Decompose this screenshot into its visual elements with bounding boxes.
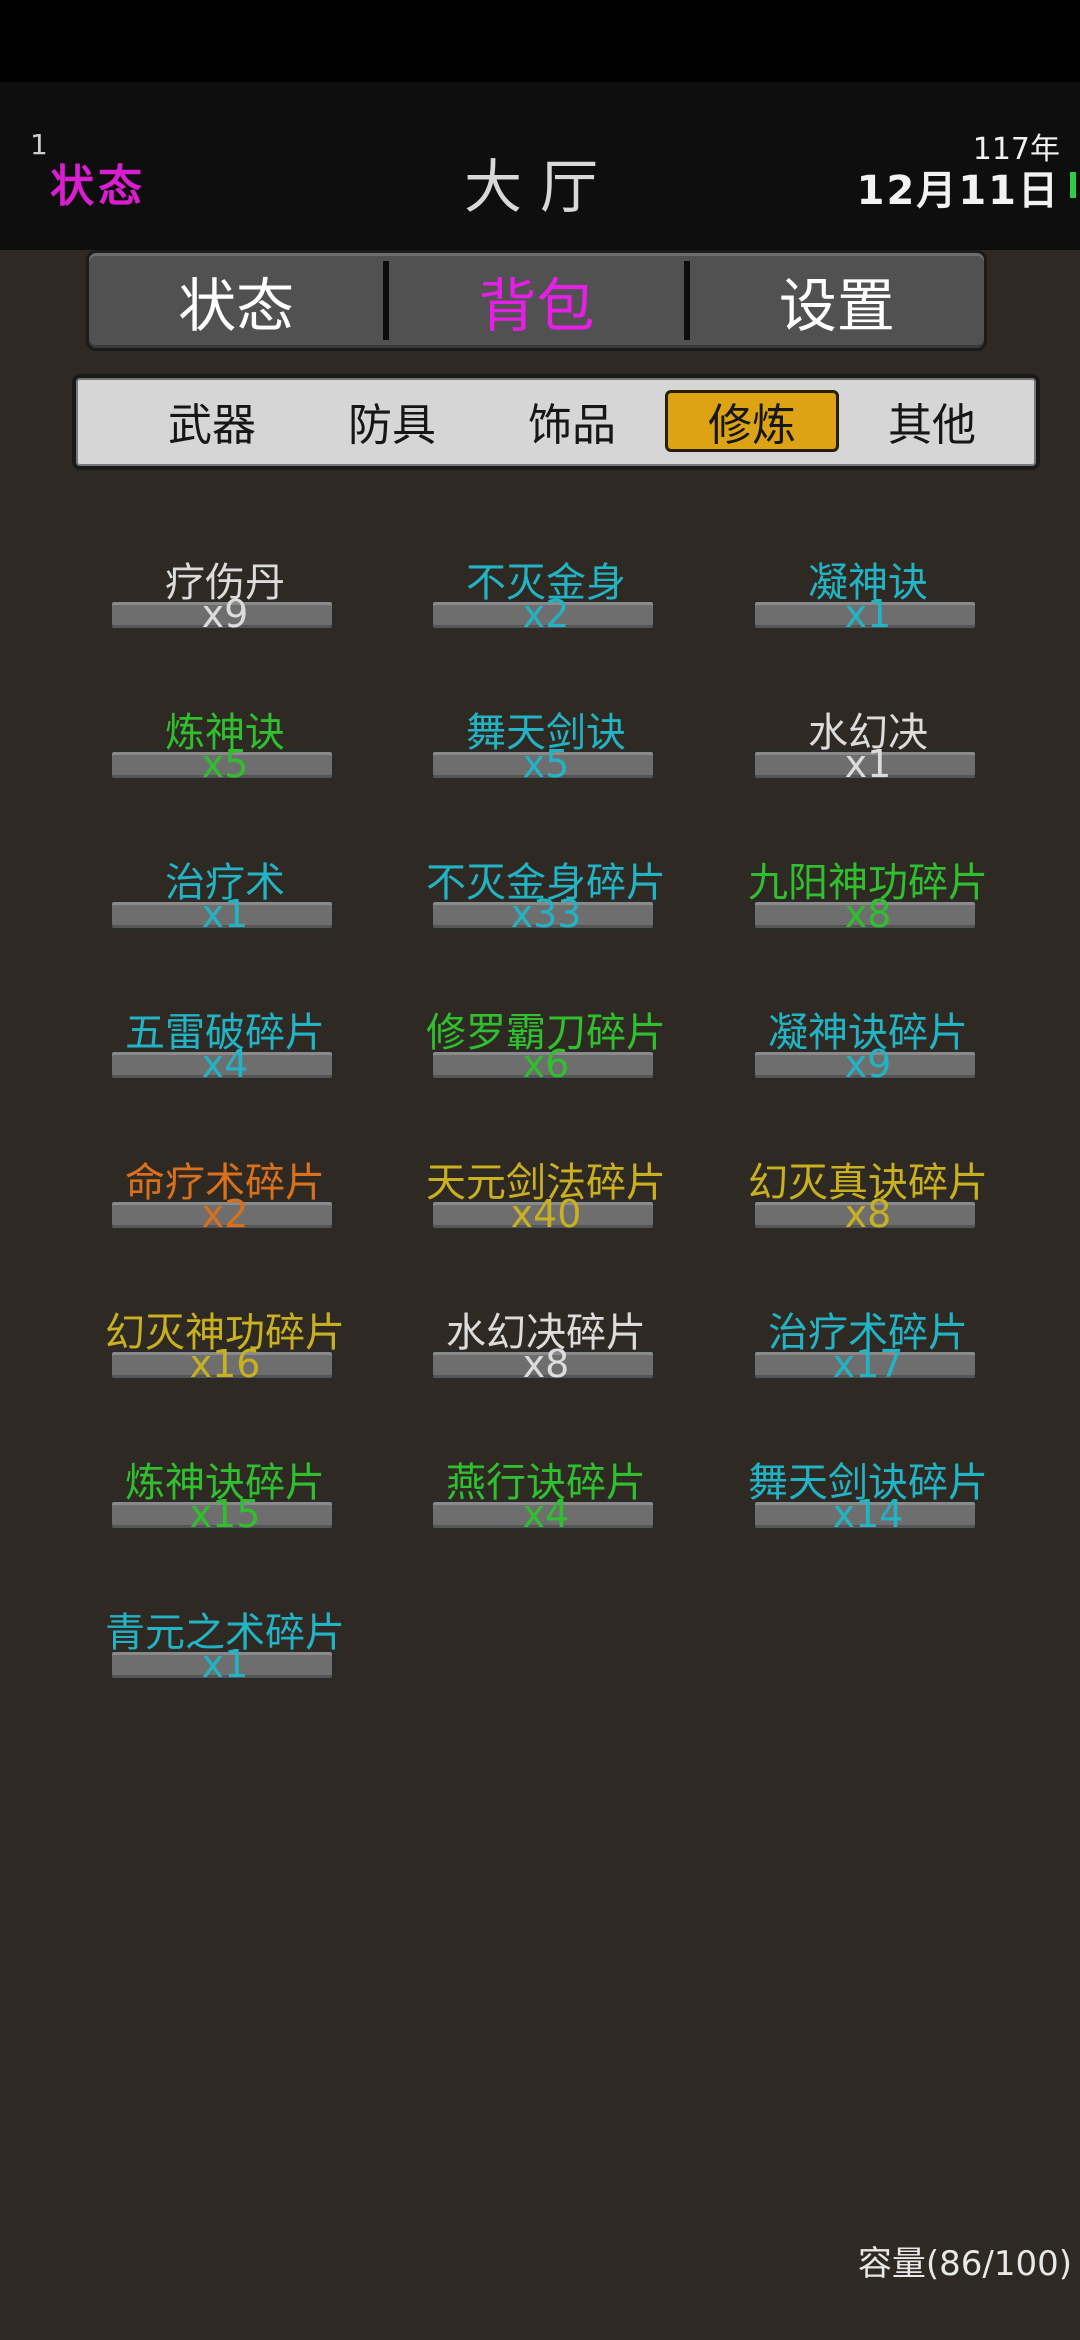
inventory-item[interactable]: 舞天剑诀碎片 x14 — [708, 1450, 1028, 1570]
inventory-item[interactable]: 凝神诀 x1 — [708, 550, 1028, 670]
category-tab-cultivation[interactable]: 修炼 — [665, 390, 839, 452]
game-date: 12月11日 — [856, 168, 1060, 214]
inventory-item[interactable]: 凝神诀碎片 x9 — [708, 1000, 1028, 1120]
inventory-item[interactable]: 舞天剑诀 x5 — [386, 700, 706, 820]
inventory-item[interactable]: 不灭金身 x2 — [386, 550, 706, 670]
item-count: x9 — [844, 1042, 892, 1086]
item-count: x15 — [189, 1492, 261, 1536]
inventory-item[interactable]: 治疗术 x1 — [65, 850, 385, 970]
inventory-item[interactable]: 九阳神功碎片 x8 — [708, 850, 1028, 970]
inventory-item[interactable]: 修罗霸刀碎片 x6 — [386, 1000, 706, 1120]
tab-settings[interactable]: 设置 — [690, 253, 984, 348]
inventory-item[interactable]: 不灭金身碎片 x33 — [386, 850, 706, 970]
main-tab-bar: 状态 背包 设置 — [86, 250, 987, 351]
inventory-item[interactable]: 青元之术碎片 x1 — [65, 1600, 385, 1720]
inventory-item[interactable]: 治疗术碎片 x17 — [708, 1300, 1028, 1420]
inventory-item[interactable]: 燕行诀碎片 x4 — [386, 1450, 706, 1570]
category-tab-bar: 武器 防具 饰品 修炼 其他 — [72, 374, 1040, 470]
item-count: x1 — [201, 1642, 249, 1686]
system-status-bar — [0, 0, 1080, 82]
item-count: x1 — [201, 892, 249, 936]
item-count: x14 — [832, 1492, 904, 1536]
item-count: x8 — [844, 1192, 892, 1236]
tab-backpack[interactable]: 背包 — [389, 253, 683, 348]
tab-status[interactable]: 状态 — [89, 253, 383, 348]
item-count: x1 — [844, 592, 892, 636]
category-tab-accessories[interactable]: 饰品 — [485, 390, 659, 452]
inventory-item[interactable]: 命疗术碎片 x2 — [65, 1150, 385, 1270]
item-count: x5 — [522, 742, 570, 786]
signal-indicator-icon — [1070, 172, 1076, 198]
item-count: x2 — [522, 592, 570, 636]
inventory-item[interactable]: 幻灭真诀碎片 x8 — [708, 1150, 1028, 1270]
item-count: x4 — [201, 1042, 249, 1086]
item-count: x5 — [201, 742, 249, 786]
item-count: x1 — [844, 742, 892, 786]
inventory-item[interactable]: 疗伤丹 x9 — [65, 550, 385, 670]
category-tab-other[interactable]: 其他 — [845, 390, 1019, 452]
inventory-item[interactable]: 炼神诀碎片 x15 — [65, 1450, 385, 1570]
inventory-item[interactable]: 幻灭神功碎片 x16 — [65, 1300, 385, 1420]
item-count: x6 — [522, 1042, 570, 1086]
inventory-item[interactable]: 水幻决碎片 x8 — [386, 1300, 706, 1420]
item-count: x40 — [510, 1192, 582, 1236]
inventory-item[interactable]: 天元剑法碎片 x40 — [386, 1150, 706, 1270]
item-count: x33 — [510, 892, 582, 936]
inventory-item[interactable]: 五雷破碎片 x4 — [65, 1000, 385, 1120]
item-count: x2 — [201, 1192, 249, 1236]
category-tab-armor[interactable]: 防具 — [305, 390, 479, 452]
item-count: x17 — [832, 1342, 904, 1386]
inventory-capacity: 容量(86/100) — [857, 2244, 1072, 2284]
item-count: x4 — [522, 1492, 570, 1536]
inventory-item[interactable]: 炼神诀 x5 — [65, 700, 385, 820]
item-count: x8 — [522, 1342, 570, 1386]
category-tab-weapons[interactable]: 武器 — [125, 390, 299, 452]
item-count: x9 — [201, 592, 249, 636]
inventory-item[interactable]: 水幻决 x1 — [708, 700, 1028, 820]
item-count: x16 — [189, 1342, 261, 1386]
item-count: x8 — [844, 892, 892, 936]
